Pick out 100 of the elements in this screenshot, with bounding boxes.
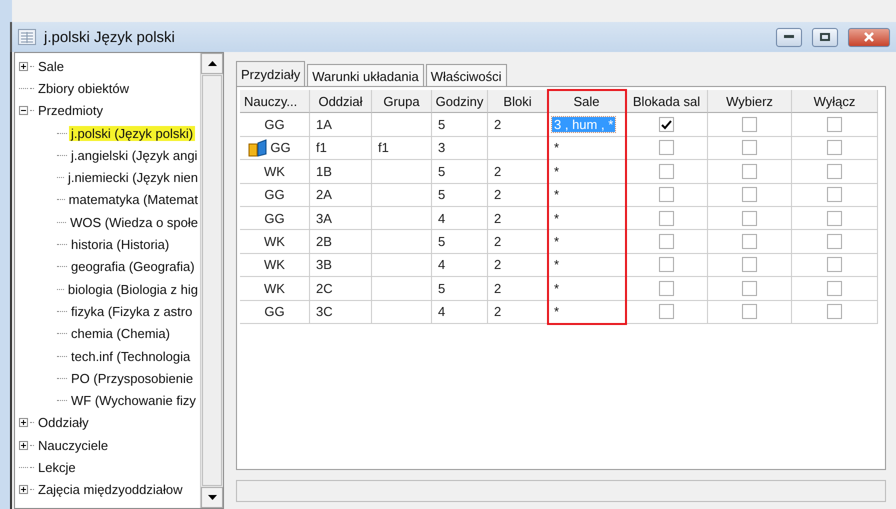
checkbox[interactable] <box>742 164 757 179</box>
checkbox[interactable] <box>659 257 674 272</box>
table-cell-text: f1 <box>315 140 328 156</box>
table-cell[interactable]: * <box>552 257 562 272</box>
table-cell-text: 2 <box>493 304 502 320</box>
tree-item[interactable]: Oddziały <box>36 415 91 430</box>
checkbox[interactable] <box>827 187 842 202</box>
checkbox[interactable] <box>742 140 757 156</box>
column-header[interactable]: Blokada sal <box>626 90 708 114</box>
tree-item[interactable]: PO (Przysposobienie <box>69 370 196 386</box>
checkbox[interactable] <box>827 257 842 272</box>
collapse-icon[interactable] <box>19 106 28 116</box>
tree-item[interactable]: tech.inf (Technologia <box>69 348 192 364</box>
checkbox[interactable] <box>742 210 757 226</box>
checkbox[interactable] <box>659 280 674 296</box>
table-cell-text: WK <box>263 164 286 179</box>
checkbox[interactable] <box>742 117 757 132</box>
checkbox[interactable] <box>827 117 842 132</box>
checkbox[interactable] <box>742 234 757 250</box>
tree-item[interactable]: Zbiory obiektów <box>36 80 132 96</box>
table-cell[interactable]: * <box>552 280 562 296</box>
checkbox[interactable] <box>659 304 674 320</box>
tree-item[interactable]: WF (Wychowanie fizy <box>69 393 198 408</box>
tree-item[interactable]: WOS (Wiedza o społe <box>68 214 200 230</box>
checkbox[interactable] <box>827 140 842 156</box>
expand-icon[interactable] <box>19 418 28 428</box>
checkbox[interactable] <box>742 187 757 202</box>
close-button[interactable] <box>848 28 890 46</box>
tree-item[interactable]: matematyka (Matemat <box>66 192 200 208</box>
table-cell[interactable]: * <box>552 234 562 250</box>
scroll-up-icon[interactable] <box>201 53 223 74</box>
tree-item[interactable]: j.polski (Język polski) <box>69 126 196 141</box>
checkbox[interactable] <box>827 164 842 179</box>
tree-item[interactable]: biologia (Biologia z hig <box>66 282 200 297</box>
checkbox[interactable] <box>742 280 757 296</box>
tree-item[interactable]: chemia (Chemia) <box>69 326 172 342</box>
table-cell-text: 5 <box>437 187 446 202</box>
checkbox[interactable] <box>659 117 674 132</box>
checkbox[interactable] <box>659 164 674 179</box>
table-cell[interactable]: * <box>552 187 562 202</box>
checkbox[interactable] <box>659 140 674 156</box>
table-cell-text: 5 <box>437 164 446 179</box>
column-header[interactable]: Wybierz <box>708 90 792 114</box>
table-cell-text: 3A <box>315 210 333 226</box>
table-cell-text: 5 <box>437 234 446 250</box>
tree-item[interactable]: historia (Historia) <box>69 237 172 252</box>
column-header[interactable]: Wyłącz <box>792 90 878 114</box>
table-cell[interactable]: * <box>552 210 562 226</box>
scrollbar[interactable] <box>200 53 223 508</box>
table-cell[interactable]: * <box>552 304 562 320</box>
tree-item[interactable]: geografia (Geografia) <box>69 259 197 274</box>
tree-item[interactable]: Przedmioty <box>36 103 106 118</box>
table-cell-text: GG <box>263 117 286 132</box>
checkbox[interactable] <box>827 280 842 296</box>
expand-icon[interactable] <box>19 62 28 71</box>
tree-item[interactable]: Zajęcia międzyoddziałow <box>36 482 185 498</box>
checkbox[interactable] <box>827 234 842 250</box>
column-header[interactable]: Nauczy... <box>240 90 310 114</box>
table-cell-text: 2 <box>493 280 502 296</box>
tree-item[interactable]: Lekcje <box>36 460 78 475</box>
checkbox[interactable] <box>827 210 842 226</box>
table-cell-text: WK <box>263 257 286 272</box>
checkbox[interactable] <box>742 257 757 272</box>
tree-item[interactable]: Nauczyciele <box>36 438 110 453</box>
table-cell-text: 1A <box>315 117 333 132</box>
checkbox[interactable] <box>659 187 674 202</box>
column-header[interactable]: Grupa <box>372 90 432 114</box>
checkbox[interactable] <box>827 304 842 320</box>
tab[interactable]: Warunki układania <box>307 64 424 87</box>
tree-item[interactable]: fizyka (Fizyka z astro <box>69 304 194 319</box>
table-cell-text: 2 <box>493 164 502 179</box>
tree-item[interactable]: Sale <box>36 58 66 74</box>
tree-item[interactable]: j.niemiecki (Język nien <box>66 170 200 186</box>
table-cell-text: 2C <box>315 280 334 296</box>
table-cell-text: WK <box>263 234 286 250</box>
scroll-down-icon[interactable] <box>201 487 223 508</box>
checkbox[interactable] <box>742 304 757 320</box>
minimize-button[interactable] <box>776 28 802 46</box>
column-header[interactable]: Godziny <box>432 90 488 114</box>
maximize-button[interactable] <box>812 28 838 46</box>
close-icon <box>863 32 875 42</box>
column-header[interactable]: Oddział <box>310 90 372 114</box>
table-cell-text: 5 <box>437 117 446 132</box>
expand-icon[interactable] <box>19 485 28 494</box>
tab[interactable]: Właściwości <box>426 64 507 87</box>
table-cell-text: GG <box>263 304 286 320</box>
table-cell[interactable]: * <box>552 140 562 156</box>
column-header[interactable]: Sale <box>548 90 626 114</box>
column-header[interactable]: Bloki <box>488 90 548 114</box>
tab[interactable]: Przydziały <box>236 61 306 87</box>
window-title: j.polski Język polski <box>44 28 176 46</box>
table-cell[interactable]: * <box>552 164 562 179</box>
table-cell-text: GG <box>263 187 286 202</box>
checkbox[interactable] <box>659 210 674 226</box>
table-cell-text: GG <box>269 140 292 156</box>
minimize-icon <box>784 35 794 39</box>
checkbox[interactable] <box>659 234 674 250</box>
expand-icon[interactable] <box>19 440 28 450</box>
table-cell-text: f1 <box>377 140 390 156</box>
tree-item[interactable]: j.angielski (Język angi <box>69 148 200 163</box>
